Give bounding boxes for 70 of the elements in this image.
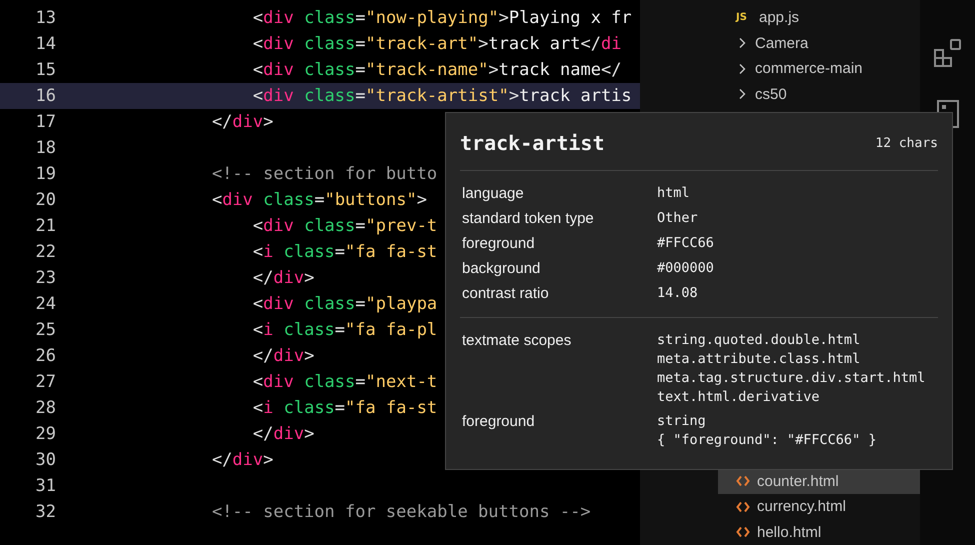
line-number: 21 [34,216,56,236]
line-number: 20 [34,190,56,210]
code-line: </div> [210,450,274,470]
code-line: <div class="prev-t [252,216,438,236]
tree-item[interactable]: hello.html [718,520,920,545]
char-count: 12 chars [875,136,938,150]
tree-item[interactable]: counter.html [718,468,920,494]
property-label: foreground [462,413,536,432]
line-number: 17 [34,112,56,132]
code-line: <div class="buttons"> [210,190,427,210]
property-value: { "foreground": "#FFCC66" } [657,432,878,449]
code-line: <div class="now-playing">Playing x fr [252,8,632,28]
property-value: meta.attribute.class.html [657,351,862,368]
property-label: language [462,185,525,203]
code-line: <div class="track-artist">track artis [252,86,632,106]
property-label: textmate scopes [462,332,572,351]
line-number: 31 [34,476,56,496]
tree-item[interactable]: Camera [718,30,920,56]
code-comment: <!-- section for butto [210,164,438,184]
code-line: <div class="playpa [252,294,438,314]
line-number: 29 [34,424,56,444]
line-number: 32 [34,502,56,522]
code-line: </div> [252,346,314,366]
property-value: 14.08 [657,285,699,302]
property-value: #FFCC66 [657,235,715,252]
line-number: 14 [34,34,56,54]
property-label: foreground [462,235,536,253]
property-value: html [657,185,691,202]
code-line: <div class="track-name">track name</ [252,60,622,80]
tree-item[interactable]: commerce-main [718,56,920,82]
property-value: #000000 [657,260,715,277]
code-comment: <!-- section for seekable buttons --> [210,502,591,522]
line-number: 28 [34,398,56,418]
line-number: 26 [34,346,56,366]
line-number: 25 [34,320,56,340]
code-line: </div> [210,112,274,132]
line-number: 22 [34,242,56,262]
code-line: </div> [252,424,314,444]
line-number: 13 [34,8,56,28]
code-line: <div class="next-t [252,372,438,392]
line-number: 27 [34,372,56,392]
code-line: </div> [252,268,314,288]
line-number: 24 [34,294,56,314]
code-brackets-icon [736,500,750,513]
property-label: background [462,260,542,278]
line-number: 23 [34,268,56,288]
property-label: standard token type [462,210,595,228]
property-value: meta.tag.structure.div.start.html [657,370,926,387]
line-number: 30 [34,450,56,470]
property-value: Other [657,210,699,227]
line-number: 16 [34,86,56,106]
code-brackets-icon [736,475,750,488]
property-value: text.html.derivative [657,389,821,406]
line-number: 15 [34,60,56,80]
code-line: <i class="fa fa-st [252,242,438,262]
tree-item[interactable]: cs50 [718,82,920,107]
code-brackets-icon [736,526,750,538]
line-number: 18 [34,138,56,158]
tree-item[interactable]: JS app.js [718,5,920,30]
extensions-icon[interactable] [932,38,962,68]
property-label: contrast ratio [462,285,550,303]
tree-item[interactable]: currency.html [718,494,920,520]
code-line: <div class="track-art">track art</di [252,34,622,54]
js-file-icon: JS [736,12,752,24]
code-line: <i class="fa fa-pl [252,320,438,340]
code-line: <i class="fa fa-st [252,398,438,418]
property-value: string [657,413,707,430]
property-value: string.quoted.double.html [657,332,862,349]
line-number: 19 [34,164,56,184]
token-title: track-artist [460,131,604,155]
